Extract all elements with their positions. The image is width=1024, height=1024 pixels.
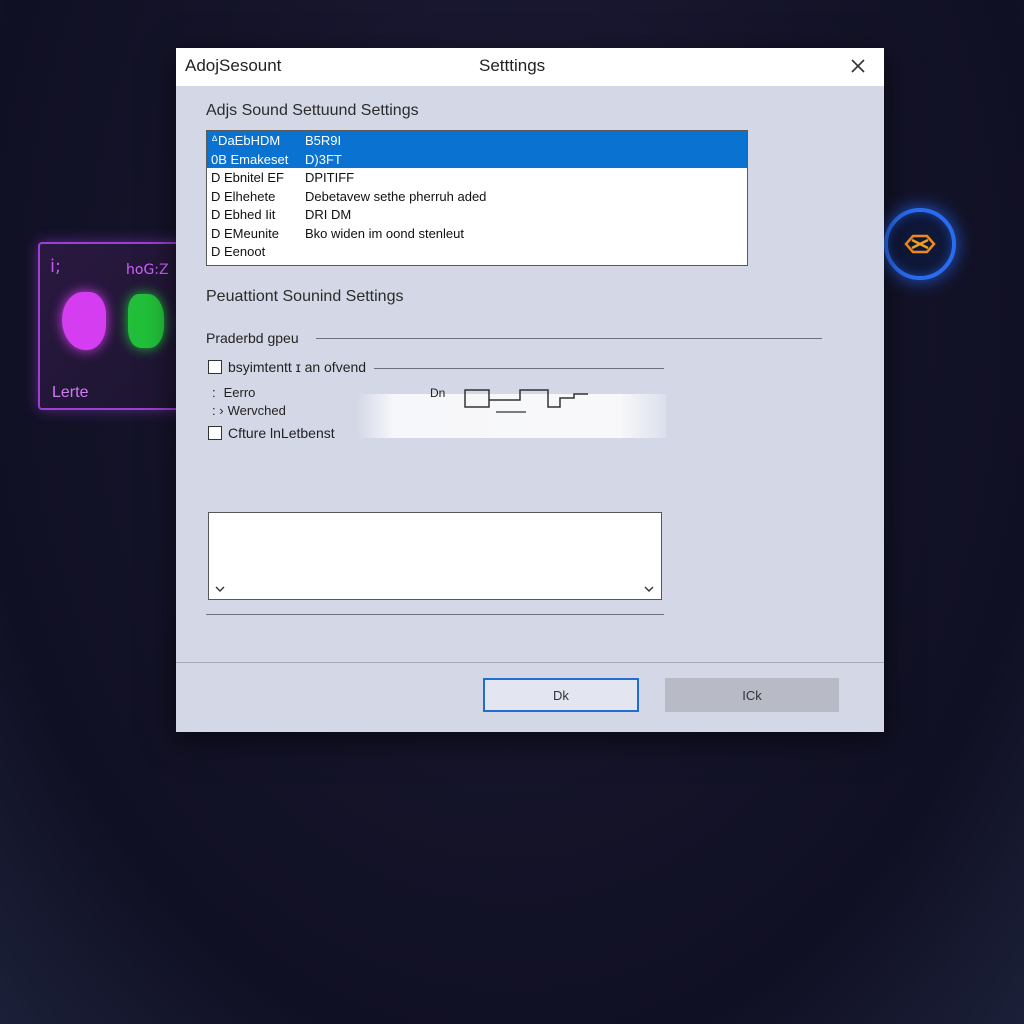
chevron-down-icon (215, 586, 225, 592)
list-item-name: D Ebnitel EF (211, 170, 284, 185)
chevron-down-icon (644, 586, 654, 592)
list-item[interactable]: D Eenoot (207, 242, 747, 261)
bullet-item-1: : Eerro (212, 385, 256, 400)
list-item[interactable]: D Ebnitel EF DPITIFF (207, 168, 747, 187)
sound-device-list[interactable]: ᐞDaEbHDM B5R9I 0B Emakeset D)3FT D Ebnit… (206, 130, 748, 266)
subheading: Praderbd gpeu (206, 330, 299, 346)
list-item[interactable]: D EMeunite Bko widen im oond stenleut (207, 224, 747, 243)
list-item[interactable]: D Ebhed Iit DRI DM (207, 205, 747, 224)
background-app-card: i; hoG:Z Lerte (38, 242, 192, 410)
checkbox-1-label: bsyimtentt ɪ an ofvend (228, 359, 367, 375)
checkbox-divider (374, 368, 664, 369)
list-item-value: Debetavew sethe pherruh aded (305, 188, 487, 204)
list-item-value: D)3FT (305, 151, 342, 167)
titlebar-app-name: AdojSesount (185, 56, 282, 75)
close-icon (851, 59, 865, 73)
app-card-label: Lerte (52, 384, 89, 401)
checkbox-2[interactable] (208, 426, 222, 440)
hex-glyph-icon[interactable] (884, 208, 956, 280)
green-blob-icon (128, 294, 164, 348)
bullet-item-2: : › Wervched (212, 403, 286, 418)
list-item-name: 0B Emakeset (211, 151, 289, 167)
titlebar-title: Setttings (479, 56, 546, 75)
section-heading: Peuattiont Sounind Settings (206, 288, 404, 305)
list-item[interactable]: ᐞDaEbHDM B5R9I (207, 131, 747, 150)
cancel-button[interactable]: ICk (665, 678, 839, 712)
output-dropdown[interactable] (208, 512, 662, 600)
list-item-value: DRI DM (305, 207, 352, 222)
bullet-item-1-text: Eerro (223, 385, 256, 400)
list-item-value: Bko widen im oond stenleut (305, 225, 464, 241)
list-item-name: D Elhehete (211, 188, 276, 204)
list-item-name: D EMeunite (211, 225, 279, 241)
footer-divider (176, 662, 884, 663)
hex-glyph-svg (904, 234, 936, 254)
list-item-value: DPITIFF (305, 170, 355, 185)
checkbox-1[interactable] (208, 360, 222, 374)
ok-button[interactable]: Dk (483, 678, 639, 712)
step-small-label: Dn (430, 386, 446, 400)
close-button[interactable] (846, 54, 870, 78)
dialog-titlebar: AdojSesount Setttings (176, 48, 884, 86)
checkbox-2-label: Cfture lnLetbenst (228, 425, 335, 441)
purple-blob-icon (62, 292, 106, 350)
list-item-value: B5R9I (305, 133, 342, 148)
app-card-tag: hoG:Z (126, 262, 169, 278)
subheading-divider (316, 338, 822, 339)
bullet-item-2-text: Wervched (227, 403, 286, 418)
level-step-graph (464, 389, 588, 413)
dropdown-divider (206, 614, 664, 615)
option-checkbox-2[interactable]: Cfture lnLetbenst (208, 425, 335, 441)
dialog-heading: Adjs Sound Settuund Settings (206, 102, 419, 119)
list-item-name: D Eenoot (211, 244, 266, 259)
list-item[interactable]: D Elhehete Debetavew sethe pherruh aded (207, 187, 747, 206)
app-card-corner-text: i; (50, 256, 62, 277)
list-item-name: ᐞDaEbHDM (211, 133, 281, 148)
settings-dialog: AdojSesount Setttings Adjs Sound Settuun… (176, 48, 884, 732)
option-checkbox-1[interactable]: bsyimtentt ɪ an ofvend (208, 359, 366, 375)
list-item[interactable]: 0B Emakeset D)3FT (207, 149, 747, 168)
list-item-name: D Ebhed Iit (211, 207, 276, 222)
